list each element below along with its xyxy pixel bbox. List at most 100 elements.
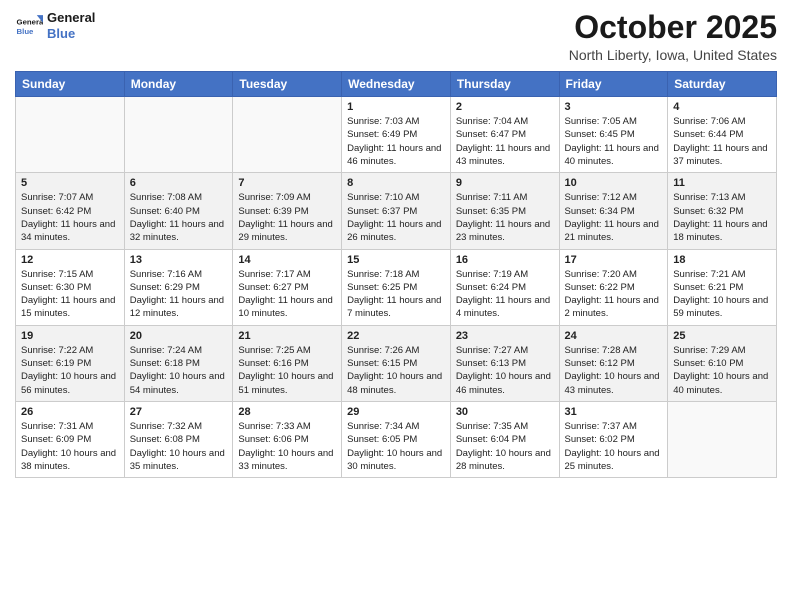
day-number: 14 bbox=[238, 254, 336, 266]
header: General Blue General Blue October 2025 N… bbox=[15, 10, 777, 63]
logo-text: General Blue bbox=[47, 10, 95, 41]
day-number: 22 bbox=[347, 330, 445, 342]
day-info: Sunrise: 7:35 AM Sunset: 6:04 PM Dayligh… bbox=[456, 420, 554, 473]
day-info: Sunrise: 7:16 AM Sunset: 6:29 PM Dayligh… bbox=[130, 268, 228, 321]
day-info: Sunrise: 7:31 AM Sunset: 6:09 PM Dayligh… bbox=[21, 420, 119, 473]
day-info: Sunrise: 7:03 AM Sunset: 6:49 PM Dayligh… bbox=[347, 115, 445, 168]
calendar-cell bbox=[124, 97, 233, 173]
logo-icon: General Blue bbox=[15, 12, 43, 40]
day-info: Sunrise: 7:20 AM Sunset: 6:22 PM Dayligh… bbox=[565, 268, 663, 321]
calendar-cell: 8Sunrise: 7:10 AM Sunset: 6:37 PM Daylig… bbox=[342, 173, 451, 249]
day-number: 12 bbox=[21, 254, 119, 266]
svg-text:General: General bbox=[17, 17, 43, 26]
calendar-header-row: SundayMondayTuesdayWednesdayThursdayFrid… bbox=[16, 72, 777, 97]
logo-line2: Blue bbox=[47, 26, 95, 42]
day-number: 16 bbox=[456, 254, 554, 266]
day-info: Sunrise: 7:10 AM Sunset: 6:37 PM Dayligh… bbox=[347, 191, 445, 244]
day-number: 24 bbox=[565, 330, 663, 342]
day-number: 26 bbox=[21, 406, 119, 418]
day-number: 30 bbox=[456, 406, 554, 418]
day-info: Sunrise: 7:18 AM Sunset: 6:25 PM Dayligh… bbox=[347, 268, 445, 321]
day-info: Sunrise: 7:08 AM Sunset: 6:40 PM Dayligh… bbox=[130, 191, 228, 244]
calendar-cell: 7Sunrise: 7:09 AM Sunset: 6:39 PM Daylig… bbox=[233, 173, 342, 249]
calendar-cell: 29Sunrise: 7:34 AM Sunset: 6:05 PM Dayli… bbox=[342, 401, 451, 477]
day-number: 31 bbox=[565, 406, 663, 418]
day-info: Sunrise: 7:13 AM Sunset: 6:32 PM Dayligh… bbox=[673, 191, 771, 244]
day-info: Sunrise: 7:17 AM Sunset: 6:27 PM Dayligh… bbox=[238, 268, 336, 321]
day-number: 17 bbox=[565, 254, 663, 266]
logo-line1: General bbox=[47, 10, 95, 26]
logo: General Blue General Blue bbox=[15, 10, 95, 41]
day-number: 15 bbox=[347, 254, 445, 266]
calendar-cell: 24 Sunrise: 7:28 AM Sunset: 6:12 PM Dayli… bbox=[559, 325, 668, 401]
day-header-thursday: Thursday bbox=[450, 72, 559, 97]
day-number: 10 bbox=[565, 177, 663, 189]
location-title: North Liberty, Iowa, United States bbox=[569, 47, 777, 63]
day-info: Sunrise: 7:29 AM Sunset: 6:10 PM Dayligh… bbox=[673, 344, 771, 397]
day-info: Sunrise: 7:33 AM Sunset: 6:06 PM Dayligh… bbox=[238, 420, 336, 473]
day-number: 25 bbox=[673, 330, 771, 342]
day-info: Sunrise: 7:15 AM Sunset: 6:30 PM Dayligh… bbox=[21, 268, 119, 321]
day-number: 20 bbox=[130, 330, 228, 342]
calendar-week-4: 19 Sunrise: 7:22 AM Sunset: 6:19 PM Dayli… bbox=[16, 325, 777, 401]
calendar-cell: 4Sunrise: 7:06 AM Sunset: 6:44 PM Daylig… bbox=[668, 97, 777, 173]
calendar-cell: 5Sunrise: 7:07 AM Sunset: 6:42 PM Daylig… bbox=[16, 173, 125, 249]
title-block: October 2025 North Liberty, Iowa, United… bbox=[569, 10, 777, 63]
calendar-cell: 25 Sunrise: 7:29 AM Sunset: 6:10 PM Dayli… bbox=[668, 325, 777, 401]
calendar-cell: 19 Sunrise: 7:22 AM Sunset: 6:19 PM Dayli… bbox=[16, 325, 125, 401]
calendar-cell: 30 Sunrise: 7:35 AM Sunset: 6:04 PM Dayli… bbox=[450, 401, 559, 477]
svg-text:Blue: Blue bbox=[17, 26, 35, 35]
calendar: SundayMondayTuesdayWednesdayThursdayFrid… bbox=[15, 71, 777, 478]
calendar-cell: 13 Sunrise: 7:16 AM Sunset: 6:29 PM Dayli… bbox=[124, 249, 233, 325]
day-info: Sunrise: 7:06 AM Sunset: 6:44 PM Dayligh… bbox=[673, 115, 771, 168]
day-number: 27 bbox=[130, 406, 228, 418]
page: General Blue General Blue October 2025 N… bbox=[0, 0, 792, 612]
day-number: 9 bbox=[456, 177, 554, 189]
day-number: 7 bbox=[238, 177, 336, 189]
calendar-cell: 22 Sunrise: 7:26 AM Sunset: 6:15 PM Dayli… bbox=[342, 325, 451, 401]
day-info: Sunrise: 7:32 AM Sunset: 6:08 PM Dayligh… bbox=[130, 420, 228, 473]
day-info: Sunrise: 7:37 AM Sunset: 6:02 PM Dayligh… bbox=[565, 420, 663, 473]
calendar-cell: 11Sunrise: 7:13 AM Sunset: 6:32 PM Dayli… bbox=[668, 173, 777, 249]
day-number: 1 bbox=[347, 101, 445, 113]
day-number: 2 bbox=[456, 101, 554, 113]
day-number: 3 bbox=[565, 101, 663, 113]
day-number: 13 bbox=[130, 254, 228, 266]
calendar-cell: 10 Sunrise: 7:12 AM Sunset: 6:34 PM Dayli… bbox=[559, 173, 668, 249]
calendar-cell: 20 Sunrise: 7:24 AM Sunset: 6:18 PM Dayli… bbox=[124, 325, 233, 401]
calendar-cell: 2Sunrise: 7:04 AM Sunset: 6:47 PM Daylig… bbox=[450, 97, 559, 173]
day-info: Sunrise: 7:28 AM Sunset: 6:12 PM Dayligh… bbox=[565, 344, 663, 397]
day-info: Sunrise: 7:24 AM Sunset: 6:18 PM Dayligh… bbox=[130, 344, 228, 397]
calendar-cell: 9 Sunrise: 7:11 AM Sunset: 6:35 PM Daylig… bbox=[450, 173, 559, 249]
day-info: Sunrise: 7:11 AM Sunset: 6:35 PM Dayligh… bbox=[456, 191, 554, 244]
calendar-cell: 21Sunrise: 7:25 AM Sunset: 6:16 PM Dayli… bbox=[233, 325, 342, 401]
day-info: Sunrise: 7:19 AM Sunset: 6:24 PM Dayligh… bbox=[456, 268, 554, 321]
calendar-cell: 3Sunrise: 7:05 AM Sunset: 6:45 PM Daylig… bbox=[559, 97, 668, 173]
day-number: 21 bbox=[238, 330, 336, 342]
day-info: Sunrise: 7:21 AM Sunset: 6:21 PM Dayligh… bbox=[673, 268, 771, 321]
calendar-week-5: 26 Sunrise: 7:31 AM Sunset: 6:09 PM Dayli… bbox=[16, 401, 777, 477]
day-number: 19 bbox=[21, 330, 119, 342]
calendar-cell: 15 Sunrise: 7:18 AM Sunset: 6:25 PM Dayli… bbox=[342, 249, 451, 325]
day-info: Sunrise: 7:22 AM Sunset: 6:19 PM Dayligh… bbox=[21, 344, 119, 397]
day-info: Sunrise: 7:27 AM Sunset: 6:13 PM Dayligh… bbox=[456, 344, 554, 397]
calendar-week-3: 12 Sunrise: 7:15 AM Sunset: 6:30 PM Dayli… bbox=[16, 249, 777, 325]
day-number: 29 bbox=[347, 406, 445, 418]
calendar-cell: 12 Sunrise: 7:15 AM Sunset: 6:30 PM Dayli… bbox=[16, 249, 125, 325]
calendar-cell: 28Sunrise: 7:33 AM Sunset: 6:06 PM Dayli… bbox=[233, 401, 342, 477]
calendar-cell: 17 Sunrise: 7:20 AM Sunset: 6:22 PM Dayli… bbox=[559, 249, 668, 325]
calendar-cell: 14 Sunrise: 7:17 AM Sunset: 6:27 PM Dayli… bbox=[233, 249, 342, 325]
day-header-tuesday: Tuesday bbox=[233, 72, 342, 97]
month-title: October 2025 bbox=[569, 10, 777, 45]
calendar-cell: 27 Sunrise: 7:32 AM Sunset: 6:08 PM Dayli… bbox=[124, 401, 233, 477]
day-number: 5 bbox=[21, 177, 119, 189]
calendar-cell bbox=[233, 97, 342, 173]
day-info: Sunrise: 7:26 AM Sunset: 6:15 PM Dayligh… bbox=[347, 344, 445, 397]
calendar-week-1: 1 Sunrise: 7:03 AM Sunset: 6:49 PM Daylig… bbox=[16, 97, 777, 173]
calendar-cell: 6Sunrise: 7:08 AM Sunset: 6:40 PM Daylig… bbox=[124, 173, 233, 249]
day-info: Sunrise: 7:12 AM Sunset: 6:34 PM Dayligh… bbox=[565, 191, 663, 244]
calendar-cell: 1 Sunrise: 7:03 AM Sunset: 6:49 PM Daylig… bbox=[342, 97, 451, 173]
calendar-cell: 16 Sunrise: 7:19 AM Sunset: 6:24 PM Dayli… bbox=[450, 249, 559, 325]
day-number: 23 bbox=[456, 330, 554, 342]
day-header-wednesday: Wednesday bbox=[342, 72, 451, 97]
